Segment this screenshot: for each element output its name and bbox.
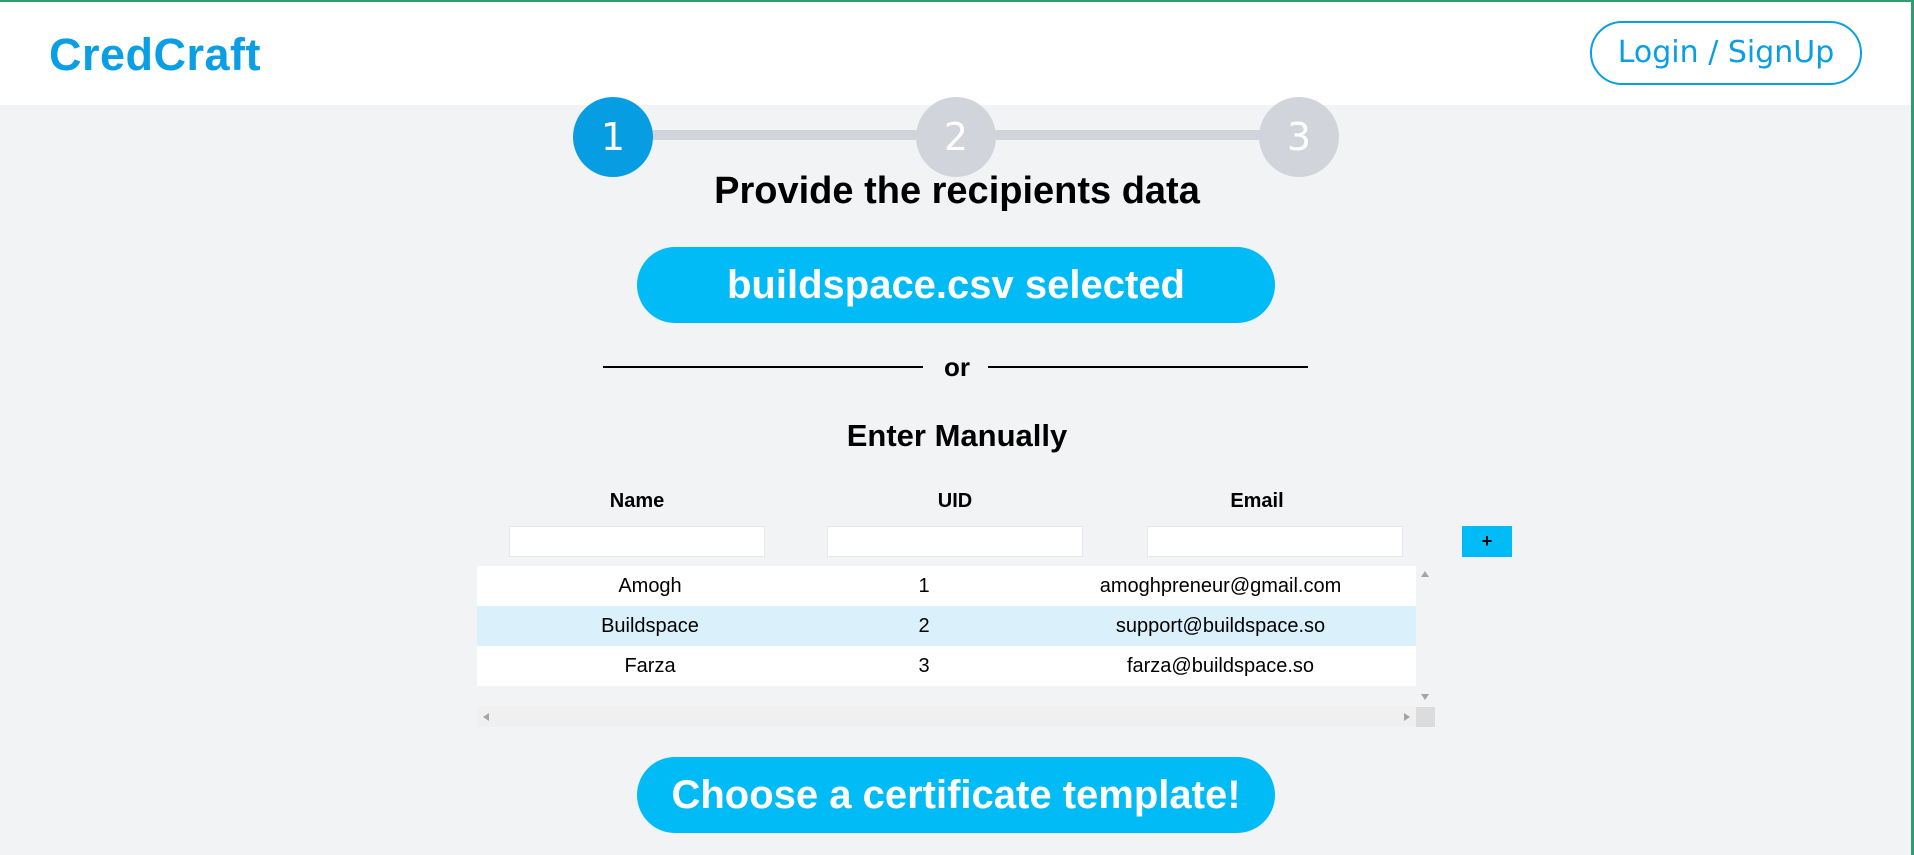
name-input[interactable]	[509, 526, 765, 557]
scroll-left-icon[interactable]	[483, 713, 489, 721]
scroll-down-icon[interactable]	[1421, 694, 1429, 700]
scrollbar-corner	[1416, 707, 1435, 727]
email-input[interactable]	[1147, 526, 1403, 557]
horizontal-scrollbar[interactable]	[477, 707, 1416, 727]
manual-entry-title: Enter Manually	[846, 418, 1068, 453]
brand-logo[interactable]: CredCraft	[49, 29, 261, 81]
divider-or: or	[944, 352, 970, 382]
add-recipient-button[interactable]: +	[1462, 526, 1512, 557]
table-row[interactable]: Amogh 1 amoghpreneur@gmail.com	[477, 566, 1416, 606]
divider-line-right	[988, 366, 1308, 368]
page-title: Provide the recipients data	[714, 170, 1200, 212]
uid-input[interactable]	[827, 526, 1083, 557]
login-signup-button[interactable]: Login / SignUp	[1590, 21, 1862, 85]
column-header-email: Email	[1230, 490, 1284, 512]
cell-uid: 2	[918, 615, 930, 637]
cell-uid: 3	[918, 655, 930, 677]
table-row[interactable]: Farza 3 farza@buildspace.so	[477, 646, 1416, 686]
choose-template-button[interactable]: Choose a certificate template!	[637, 757, 1275, 833]
cell-uid: 1	[918, 575, 930, 597]
scroll-up-icon[interactable]	[1421, 571, 1429, 577]
cell-email: support@buildspace.so	[1115, 615, 1326, 637]
cell-name: Buildspace	[601, 615, 699, 637]
vertical-scrollbar[interactable]	[1416, 566, 1435, 707]
cell-name: Farza	[624, 655, 676, 677]
cell-email: amoghpreneur@gmail.com	[1099, 575, 1342, 597]
app-header: CredCraft Login / SignUp	[0, 2, 1911, 105]
recipients-table: Amogh 1 amoghpreneur@gmail.com Buildspac…	[477, 566, 1435, 727]
cell-name: Amogh	[618, 575, 682, 597]
cell-email: farza@buildspace.so	[1126, 655, 1315, 677]
csv-upload-button[interactable]: buildspace.csv selected	[637, 247, 1275, 323]
column-header-uid: UID	[937, 490, 973, 512]
step-3[interactable]: 3	[1259, 97, 1339, 177]
column-header-name: Name	[609, 490, 665, 512]
step-1[interactable]: 1	[573, 97, 653, 177]
table-row[interactable]: Buildspace 2 support@buildspace.so	[477, 606, 1416, 646]
scroll-right-icon[interactable]	[1404, 713, 1410, 721]
step-2[interactable]: 2	[916, 97, 996, 177]
progress-stepper: 1 2 3	[573, 97, 1339, 177]
